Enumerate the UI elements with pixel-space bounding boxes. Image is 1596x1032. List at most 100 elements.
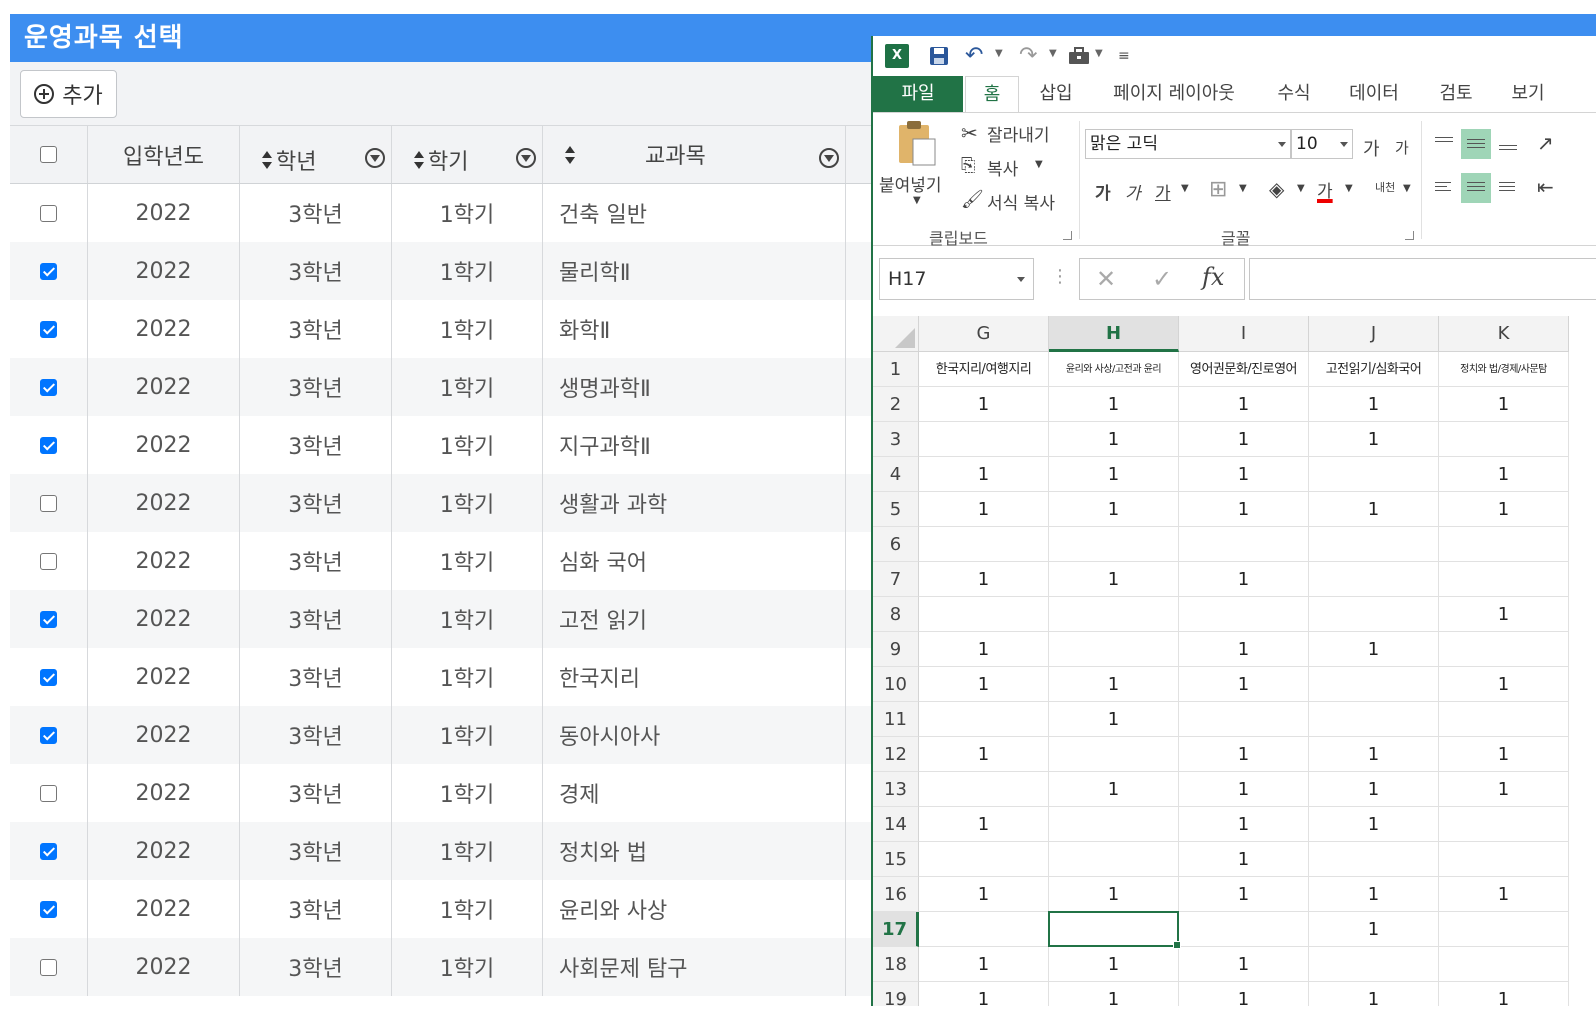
row-checkbox[interactable] xyxy=(40,784,57,802)
column-header-year[interactable]: 입학년도 xyxy=(88,126,240,183)
bold-button[interactable]: 가 xyxy=(1095,179,1111,204)
cell-i3[interactable]: 1 xyxy=(1179,422,1309,457)
cell-i18[interactable]: 1 xyxy=(1179,947,1309,982)
font-size-box[interactable]: 10 xyxy=(1291,129,1353,159)
row-checkbox[interactable] xyxy=(40,494,57,512)
cell-h13[interactable]: 1 xyxy=(1049,772,1179,807)
cell-k7[interactable] xyxy=(1439,562,1569,597)
cell-j17[interactable]: 1 xyxy=(1309,912,1439,947)
sort-icon[interactable] xyxy=(414,151,424,169)
row-header[interactable]: 19 xyxy=(873,982,919,1006)
chevron-down-icon[interactable]: ▼ xyxy=(1403,183,1411,194)
cell-i12[interactable]: 1 xyxy=(1179,737,1309,772)
row-header[interactable]: 17 xyxy=(873,912,919,947)
name-box[interactable]: H17 xyxy=(879,258,1034,300)
chevron-down-icon[interactable]: ▼ xyxy=(1297,183,1305,194)
cell-g2[interactable]: 1 xyxy=(919,387,1049,422)
format-painter-button[interactable]: 서식 복사 xyxy=(987,189,1055,214)
cell-h4[interactable]: 1 xyxy=(1049,457,1179,492)
row-header[interactable]: 11 xyxy=(873,702,919,737)
save-icon[interactable] xyxy=(927,44,951,68)
chevron-down-icon[interactable]: ▼ xyxy=(1035,159,1043,170)
row-checkbox[interactable] xyxy=(40,320,57,338)
tab-home[interactable]: 홈 xyxy=(965,76,1019,113)
phonetic-guide-button[interactable]: 내천 xyxy=(1375,179,1395,195)
row-checkbox[interactable] xyxy=(40,204,57,222)
cell-g10[interactable]: 1 xyxy=(919,667,1049,702)
row-header[interactable]: 12 xyxy=(873,737,919,772)
cell-i17[interactable] xyxy=(1179,912,1309,947)
sort-icon[interactable] xyxy=(565,146,575,164)
cell-j3[interactable]: 1 xyxy=(1309,422,1439,457)
cell-i13[interactable]: 1 xyxy=(1179,772,1309,807)
row-checkbox[interactable] xyxy=(40,378,57,396)
align-right-icon[interactable] xyxy=(1493,173,1523,203)
row-header[interactable]: 14 xyxy=(873,807,919,842)
cell-j14[interactable]: 1 xyxy=(1309,807,1439,842)
cell-i5[interactable]: 1 xyxy=(1179,492,1309,527)
cell-i19[interactable]: 1 xyxy=(1179,982,1309,1006)
tab-data[interactable]: 데이터 xyxy=(1339,76,1409,112)
cell-k2[interactable]: 1 xyxy=(1439,387,1569,422)
cell-i2[interactable]: 1 xyxy=(1179,387,1309,422)
cell-j11[interactable] xyxy=(1309,702,1439,737)
cell-k4[interactable]: 1 xyxy=(1439,457,1569,492)
cell-j4[interactable] xyxy=(1309,457,1439,492)
cell-k16[interactable]: 1 xyxy=(1439,877,1569,912)
row-checkbox[interactable] xyxy=(40,610,57,628)
cell-k8[interactable]: 1 xyxy=(1439,597,1569,632)
decrease-font-button[interactable]: 가 xyxy=(1395,137,1409,158)
font-color-button[interactable]: 가 xyxy=(1317,177,1333,202)
cell-i1[interactable]: 영어권문화/진로영어 xyxy=(1179,352,1309,387)
cell-k12[interactable]: 1 xyxy=(1439,737,1569,772)
formula-input[interactable] xyxy=(1249,258,1596,300)
cell-i4[interactable]: 1 xyxy=(1179,457,1309,492)
cell-j10[interactable] xyxy=(1309,667,1439,702)
cell-j19[interactable]: 1 xyxy=(1309,982,1439,1006)
cell-h7[interactable]: 1 xyxy=(1049,562,1179,597)
cell-k13[interactable]: 1 xyxy=(1439,772,1569,807)
row-header[interactable]: 10 xyxy=(873,667,919,702)
align-center-icon[interactable] xyxy=(1461,173,1491,203)
cell-j16[interactable]: 1 xyxy=(1309,877,1439,912)
chevron-down-icon[interactable]: ▼ xyxy=(995,48,1003,59)
cell-g5[interactable]: 1 xyxy=(919,492,1049,527)
italic-button[interactable]: 가 xyxy=(1125,179,1141,204)
cell-g4[interactable]: 1 xyxy=(919,457,1049,492)
row-checkbox[interactable] xyxy=(40,726,57,744)
increase-font-button[interactable]: 가 xyxy=(1363,135,1380,161)
underline-button[interactable]: 가 xyxy=(1155,179,1171,204)
chevron-down-icon[interactable]: ▼ xyxy=(1345,183,1353,194)
row-checkbox[interactable] xyxy=(40,842,57,860)
cell-k15[interactable] xyxy=(1439,842,1569,877)
column-header-i[interactable]: I xyxy=(1179,316,1309,352)
cell-h16[interactable]: 1 xyxy=(1049,877,1179,912)
cell-h12[interactable] xyxy=(1049,737,1179,772)
row-checkbox[interactable] xyxy=(40,552,57,570)
column-header-h[interactable]: H xyxy=(1049,316,1179,352)
tab-file[interactable]: 파일 xyxy=(873,76,963,112)
cell-i16[interactable]: 1 xyxy=(1179,877,1309,912)
cell-h2[interactable]: 1 xyxy=(1049,387,1179,422)
row-checkbox[interactable] xyxy=(40,668,57,686)
cell-g8[interactable] xyxy=(919,597,1049,632)
cell-h6[interactable] xyxy=(1049,527,1179,562)
row-header[interactable]: 5 xyxy=(873,492,919,527)
column-header-semester[interactable]: 학기 xyxy=(392,126,543,183)
row-checkbox[interactable] xyxy=(40,958,57,976)
cell-k17[interactable] xyxy=(1439,912,1569,947)
cell-i10[interactable]: 1 xyxy=(1179,667,1309,702)
paste-button[interactable]: 붙여넣기 xyxy=(879,171,942,196)
cell-j6[interactable] xyxy=(1309,527,1439,562)
cell-g7[interactable]: 1 xyxy=(919,562,1049,597)
cell-i7[interactable]: 1 xyxy=(1179,562,1309,597)
tab-formulas[interactable]: 수식 xyxy=(1267,76,1321,112)
column-header-j[interactable]: J xyxy=(1309,316,1439,352)
cell-j2[interactable]: 1 xyxy=(1309,387,1439,422)
cell-g17[interactable] xyxy=(919,912,1049,947)
paste-icon[interactable] xyxy=(895,119,939,167)
row-header[interactable]: 3 xyxy=(873,422,919,457)
decrease-indent-icon[interactable]: ⇤ xyxy=(1537,175,1554,199)
cell-h18[interactable]: 1 xyxy=(1049,947,1179,982)
cell-g13[interactable] xyxy=(919,772,1049,807)
